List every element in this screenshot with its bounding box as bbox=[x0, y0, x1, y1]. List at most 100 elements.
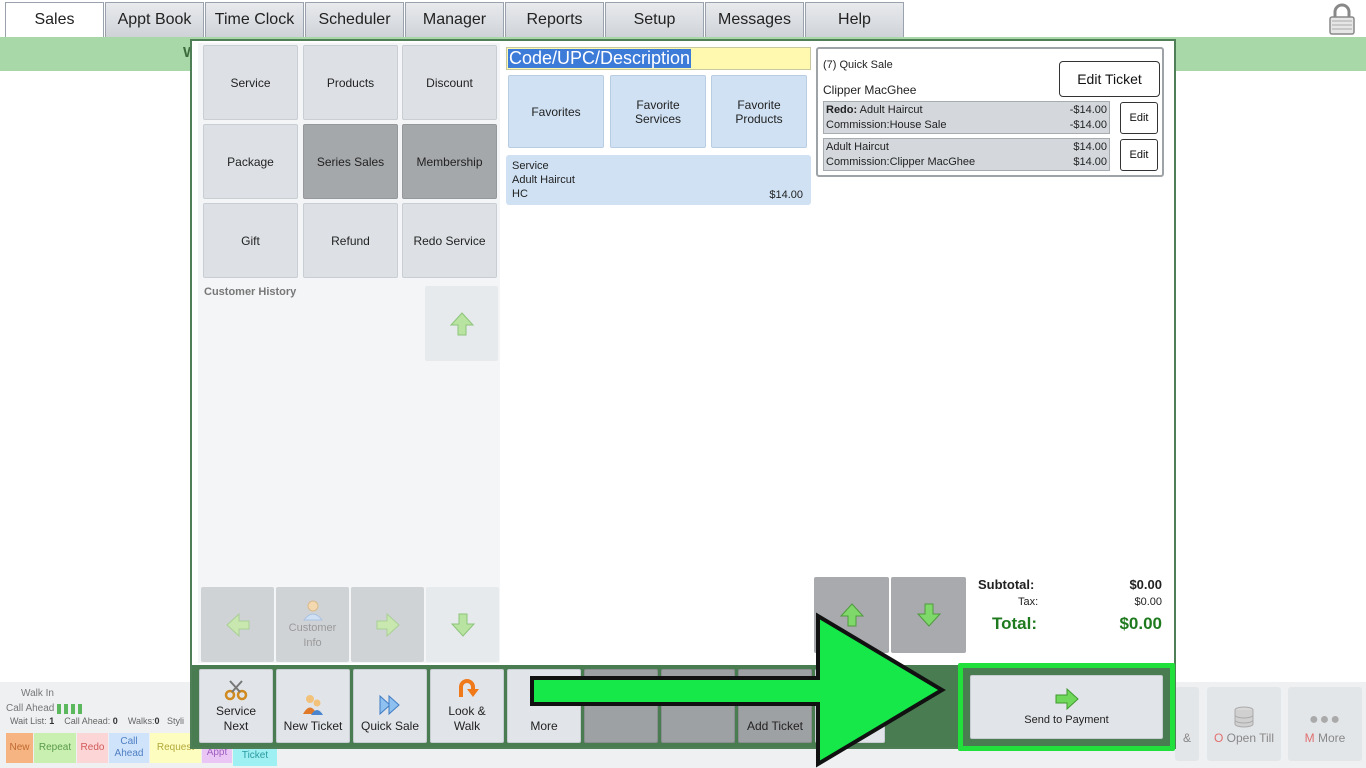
edit-line-button[interactable]: Edit bbox=[1120, 102, 1158, 134]
line-amount: -$14.00 bbox=[1069, 104, 1107, 116]
line-commission-amount: $14.00 bbox=[1073, 156, 1107, 168]
more-text: More bbox=[1318, 731, 1346, 745]
customer-history-label: Customer History bbox=[204, 286, 297, 298]
tab-appt-book[interactable]: Appt Book bbox=[105, 2, 204, 37]
open-till-hotkey: O bbox=[1213, 731, 1224, 745]
category-refund-button[interactable]: Refund bbox=[303, 203, 398, 278]
person-icon bbox=[302, 600, 323, 620]
customer-info-button[interactable]: Customer Info bbox=[276, 587, 349, 662]
category-discount-button[interactable]: Discount bbox=[402, 45, 497, 120]
new-ticket-label: New Ticket bbox=[283, 719, 343, 733]
tax-label: Tax: bbox=[1018, 596, 1039, 608]
ticket-customer: Clipper MacGhee bbox=[823, 83, 917, 97]
category-series-sales-button[interactable]: Series Sales bbox=[303, 124, 398, 199]
category-products-button[interactable]: Products bbox=[303, 45, 398, 120]
line-commission: Commission:House Sale -$14.00 bbox=[826, 118, 1107, 133]
tab-sales[interactable]: Sales bbox=[5, 2, 104, 37]
lock-icon[interactable] bbox=[1328, 3, 1356, 35]
more-options-button[interactable]: ●●● M More bbox=[1288, 687, 1362, 761]
product-item-card[interactable]: Service Adult Haircut HC $14.00 bbox=[506, 155, 811, 205]
ticket-panel: (7) Quick Sale Clipper MacGhee Edit Tick… bbox=[816, 47, 1164, 177]
subtotal-label: Subtotal: bbox=[978, 577, 1035, 592]
walks-count: 0 bbox=[154, 716, 160, 726]
call-ahead-label: Call Ahead bbox=[6, 703, 55, 714]
favorite-services-label: Favorite Services bbox=[634, 97, 681, 126]
tab-reports[interactable]: Reports bbox=[505, 2, 604, 37]
u-turn-icon bbox=[459, 679, 479, 697]
category-redo-service-button[interactable]: Redo Service bbox=[402, 203, 497, 278]
service-next-button[interactable]: Service Next bbox=[199, 669, 273, 743]
quick-sale-label: Quick Sale bbox=[360, 719, 420, 733]
people-icon bbox=[303, 695, 323, 715]
history-next-button[interactable] bbox=[351, 587, 424, 662]
walk-in-label: Walk In bbox=[21, 688, 54, 699]
call-ahead-indicator: Call Ahead bbox=[6, 703, 83, 714]
call-ahead-count: 0 bbox=[112, 716, 118, 726]
open-till-label: O Open Till bbox=[1214, 731, 1274, 745]
more-dots-icon: ●●● bbox=[1309, 711, 1341, 728]
partial-label: & bbox=[1182, 731, 1191, 745]
wait-list-count: 1 bbox=[49, 716, 55, 726]
tab-messages[interactable]: Messages bbox=[705, 2, 804, 37]
signal-bar bbox=[78, 703, 83, 714]
legend-new: New bbox=[6, 733, 33, 763]
open-till-text: Open Till bbox=[1226, 731, 1275, 745]
line-commission: Commission:Clipper MacGhee $14.00 bbox=[826, 155, 1107, 170]
arrow-left-icon bbox=[225, 612, 249, 637]
arrow-down-icon bbox=[450, 613, 475, 637]
fast-forward-icon bbox=[379, 694, 400, 716]
customer-info-label: Customer Info bbox=[288, 621, 337, 649]
item-code: HC bbox=[512, 188, 528, 200]
category-gift-button[interactable]: Gift bbox=[203, 203, 298, 278]
edit-ticket-button[interactable]: Edit Ticket bbox=[1059, 61, 1160, 97]
subtotal-value: $0.00 bbox=[1129, 577, 1162, 592]
tab-time-clock[interactable]: Time Clock bbox=[205, 2, 304, 37]
line-prefix: Redo: bbox=[826, 104, 858, 116]
search-input[interactable]: Code/UPC/Description bbox=[506, 47, 811, 70]
line-name: Adult Haircut bbox=[859, 104, 923, 116]
tab-scheduler[interactable]: Scheduler bbox=[305, 2, 404, 37]
new-ticket-button[interactable]: New Ticket bbox=[276, 669, 350, 743]
ticket-line-item[interactable]: Adult Haircut $14.00 Commission:Clipper M… bbox=[823, 138, 1110, 171]
edit-line-button[interactable]: Edit bbox=[1120, 139, 1158, 171]
call-ahead-count-label: Call Ahead: bbox=[64, 716, 111, 726]
category-membership-button[interactable]: Membership bbox=[402, 124, 497, 199]
favorites-button[interactable]: Favorites bbox=[508, 75, 604, 148]
history-prev-button[interactable] bbox=[201, 587, 274, 662]
arrow-up-icon bbox=[449, 311, 474, 335]
more-hotkey: M bbox=[1304, 731, 1315, 745]
send-to-payment-button[interactable]: Send to Payment bbox=[970, 675, 1163, 739]
history-scroll-up-button[interactable] bbox=[425, 286, 498, 361]
item-price: $14.00 bbox=[769, 189, 803, 201]
line-commission-label: Commission:House Sale bbox=[826, 119, 947, 131]
tab-manager[interactable]: Manager bbox=[405, 2, 504, 37]
legend-repeat: Repeat bbox=[34, 733, 76, 763]
scissors-icon bbox=[224, 680, 248, 701]
cash-drawer-icon bbox=[1234, 706, 1254, 728]
more-label: M More bbox=[1305, 731, 1346, 745]
top-navigation: Sales Appt Book Time Clock Scheduler Man… bbox=[0, 0, 1366, 37]
quick-sale-button[interactable]: Quick Sale bbox=[353, 669, 427, 743]
tab-help[interactable]: Help bbox=[805, 2, 904, 37]
favorite-products-button[interactable]: Favorite Products bbox=[711, 75, 807, 148]
line-amount: $14.00 bbox=[1073, 141, 1107, 153]
legend-redo: Redo bbox=[77, 733, 108, 763]
look-walk-button[interactable]: Look & Walk bbox=[430, 669, 504, 743]
item-type: Service bbox=[512, 160, 549, 172]
look-walk-label: Look & Walk bbox=[448, 704, 486, 733]
line-description: Redo: Adult Haircut -$14.00 bbox=[826, 103, 1107, 118]
ticket-totals: Subtotal: $0.00 Tax: $0.00 Total: $0.00 bbox=[978, 574, 1164, 644]
history-scroll-down-button[interactable] bbox=[426, 587, 499, 662]
favorite-products-label: Favorite Products bbox=[735, 97, 783, 126]
open-till-button[interactable]: O Open Till bbox=[1207, 687, 1281, 761]
category-service-button[interactable]: Service bbox=[203, 45, 298, 120]
category-package-button[interactable]: Package bbox=[203, 124, 298, 199]
total-label: Total: bbox=[992, 614, 1038, 633]
ticket-title: (7) Quick Sale bbox=[823, 59, 893, 71]
total-value: $0.00 bbox=[1119, 614, 1162, 633]
favorite-services-button[interactable]: Favorite Services bbox=[610, 75, 706, 148]
legend-call-ahead: Call Ahead bbox=[109, 733, 149, 763]
ticket-line-item[interactable]: Redo: Adult Haircut -$14.00 Commission:Ho… bbox=[823, 101, 1110, 134]
tab-setup[interactable]: Setup bbox=[605, 2, 704, 37]
category-pane: Service Products Discount Package Series… bbox=[198, 43, 500, 663]
